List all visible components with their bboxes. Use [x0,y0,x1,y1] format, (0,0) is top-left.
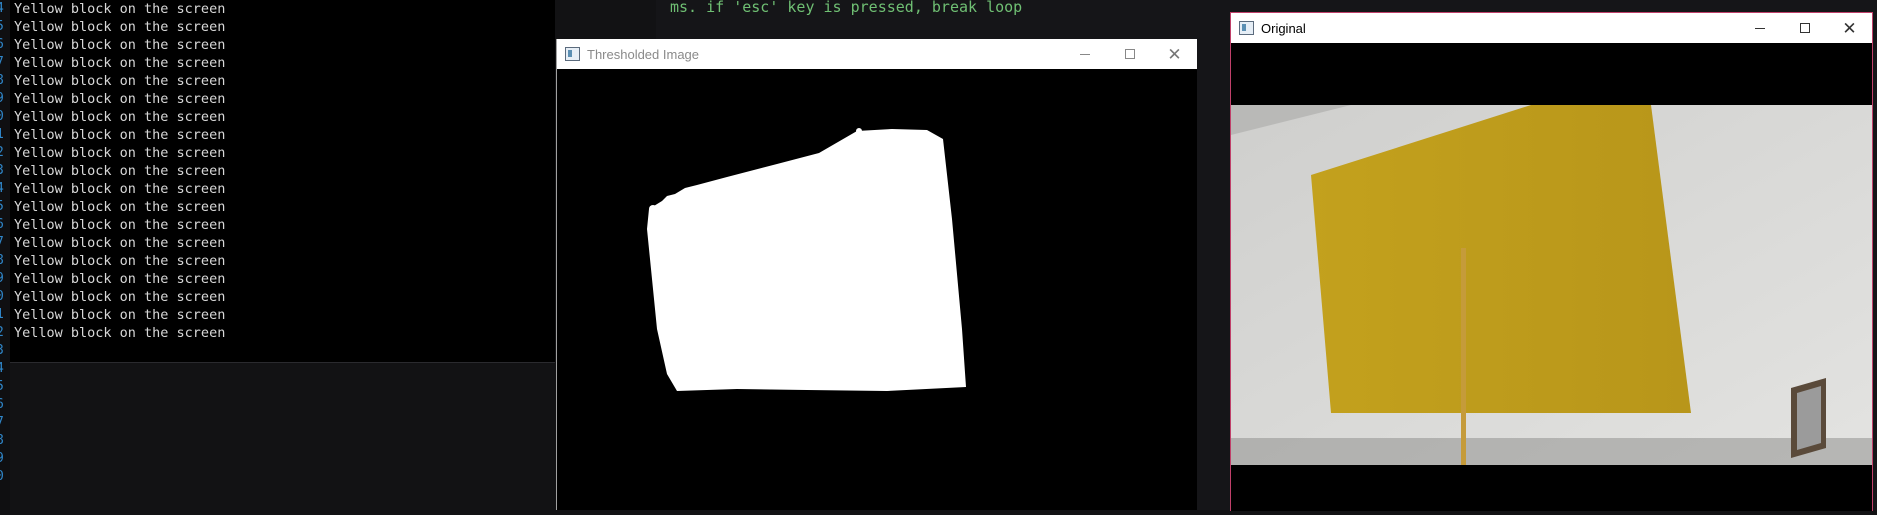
line-number: 1 [0,306,10,324]
console-line: Yellow block on the screen [14,253,226,269]
minimize-button[interactable] [1062,39,1107,69]
console-line: Yellow block on the screen [14,325,226,341]
console-line: Yellow block on the screen [14,271,226,287]
line-number: 4 [0,360,10,378]
code-comment-line: ms. if 'esc' key is pressed, break loop [670,0,1023,16]
line-number: 9 [0,270,10,288]
window-title: Thresholded Image [587,46,700,62]
threshold-mask [647,128,966,391]
line-number: 3 [0,342,10,360]
line-number: 7 [0,234,10,252]
console-line: Yellow block on the screen [14,289,226,305]
minimize-button[interactable] [1737,13,1782,43]
console-line: Yellow block on the screen [14,19,226,35]
line-number: 6 [0,36,10,54]
line-number: 1 [0,126,10,144]
line-number: 8 [0,252,10,270]
white-blob [647,129,966,391]
close-icon: ✕ [1167,44,1182,64]
line-number: 5 [0,198,10,216]
thresholded-image-window[interactable]: Thresholded Image ✕ [556,39,1197,510]
line-number: 0 [0,108,10,126]
line-number-gutter: 456789012345678901234567890 [0,0,10,510]
speck [696,188,702,194]
line-number: 2 [0,324,10,342]
console-line: Yellow block on the screen [14,1,226,17]
console-line: Yellow block on the screen [14,163,226,179]
line-number: 4 [0,180,10,198]
titlebar[interactable]: Original ✕ [1231,13,1872,43]
line-number: 7 [0,54,10,72]
line-number: 3 [0,162,10,180]
close-button[interactable]: ✕ [1827,13,1872,43]
camera-frame [1231,43,1872,511]
console-line: Yellow block on the screen [14,109,226,125]
line-number: 6 [0,396,10,414]
speck [856,128,862,134]
console-line: Yellow block on the screen [14,145,226,161]
console-line: Yellow block on the screen [14,307,226,323]
speck [649,205,657,213]
line-number: 0 [0,468,10,486]
console-line: Yellow block on the screen [14,37,226,53]
line-number: 4 [0,0,10,18]
console-line: Yellow block on the screen [14,55,226,71]
line-number: 9 [0,90,10,108]
stick [1461,248,1466,465]
console-line: Yellow block on the screen [14,217,226,233]
titlebar[interactable]: Thresholded Image ✕ [557,39,1197,69]
console-output: Yellow block on the screen Yellow block o… [10,0,555,363]
close-icon: ✕ [1842,18,1857,38]
maximize-icon [1799,23,1810,33]
switch-plate [1797,386,1821,450]
maximize-icon [1124,49,1135,59]
app-window-icon [565,47,580,61]
console-line: Yellow block on the screen [14,235,226,251]
line-number: 6 [0,216,10,234]
line-number: 2 [0,144,10,162]
line-number: 8 [0,72,10,90]
line-number: 7 [0,414,10,432]
console-line: Yellow block on the screen [14,181,226,197]
line-number: 5 [0,378,10,396]
line-number: 0 [0,288,10,306]
threshold-view [557,69,1197,510]
minimize-icon [1079,53,1090,55]
floor-edge [1231,438,1872,465]
window-title: Original [1261,20,1306,36]
maximize-button[interactable] [1107,39,1152,69]
line-number: 5 [0,18,10,36]
camera-view [1231,43,1872,511]
console-line: Yellow block on the screen [14,127,226,143]
console-line: Yellow block on the screen [14,199,226,215]
console-line: Yellow block on the screen [14,91,226,107]
minimize-icon [1754,27,1765,29]
app-window-icon [1239,21,1254,35]
maximize-button[interactable] [1782,13,1827,43]
close-button[interactable]: ✕ [1152,39,1197,69]
console-line: Yellow block on the screen [14,73,226,89]
line-number: 8 [0,432,10,450]
line-number: 9 [0,450,10,468]
original-window[interactable]: Original ✕ [1230,12,1873,511]
